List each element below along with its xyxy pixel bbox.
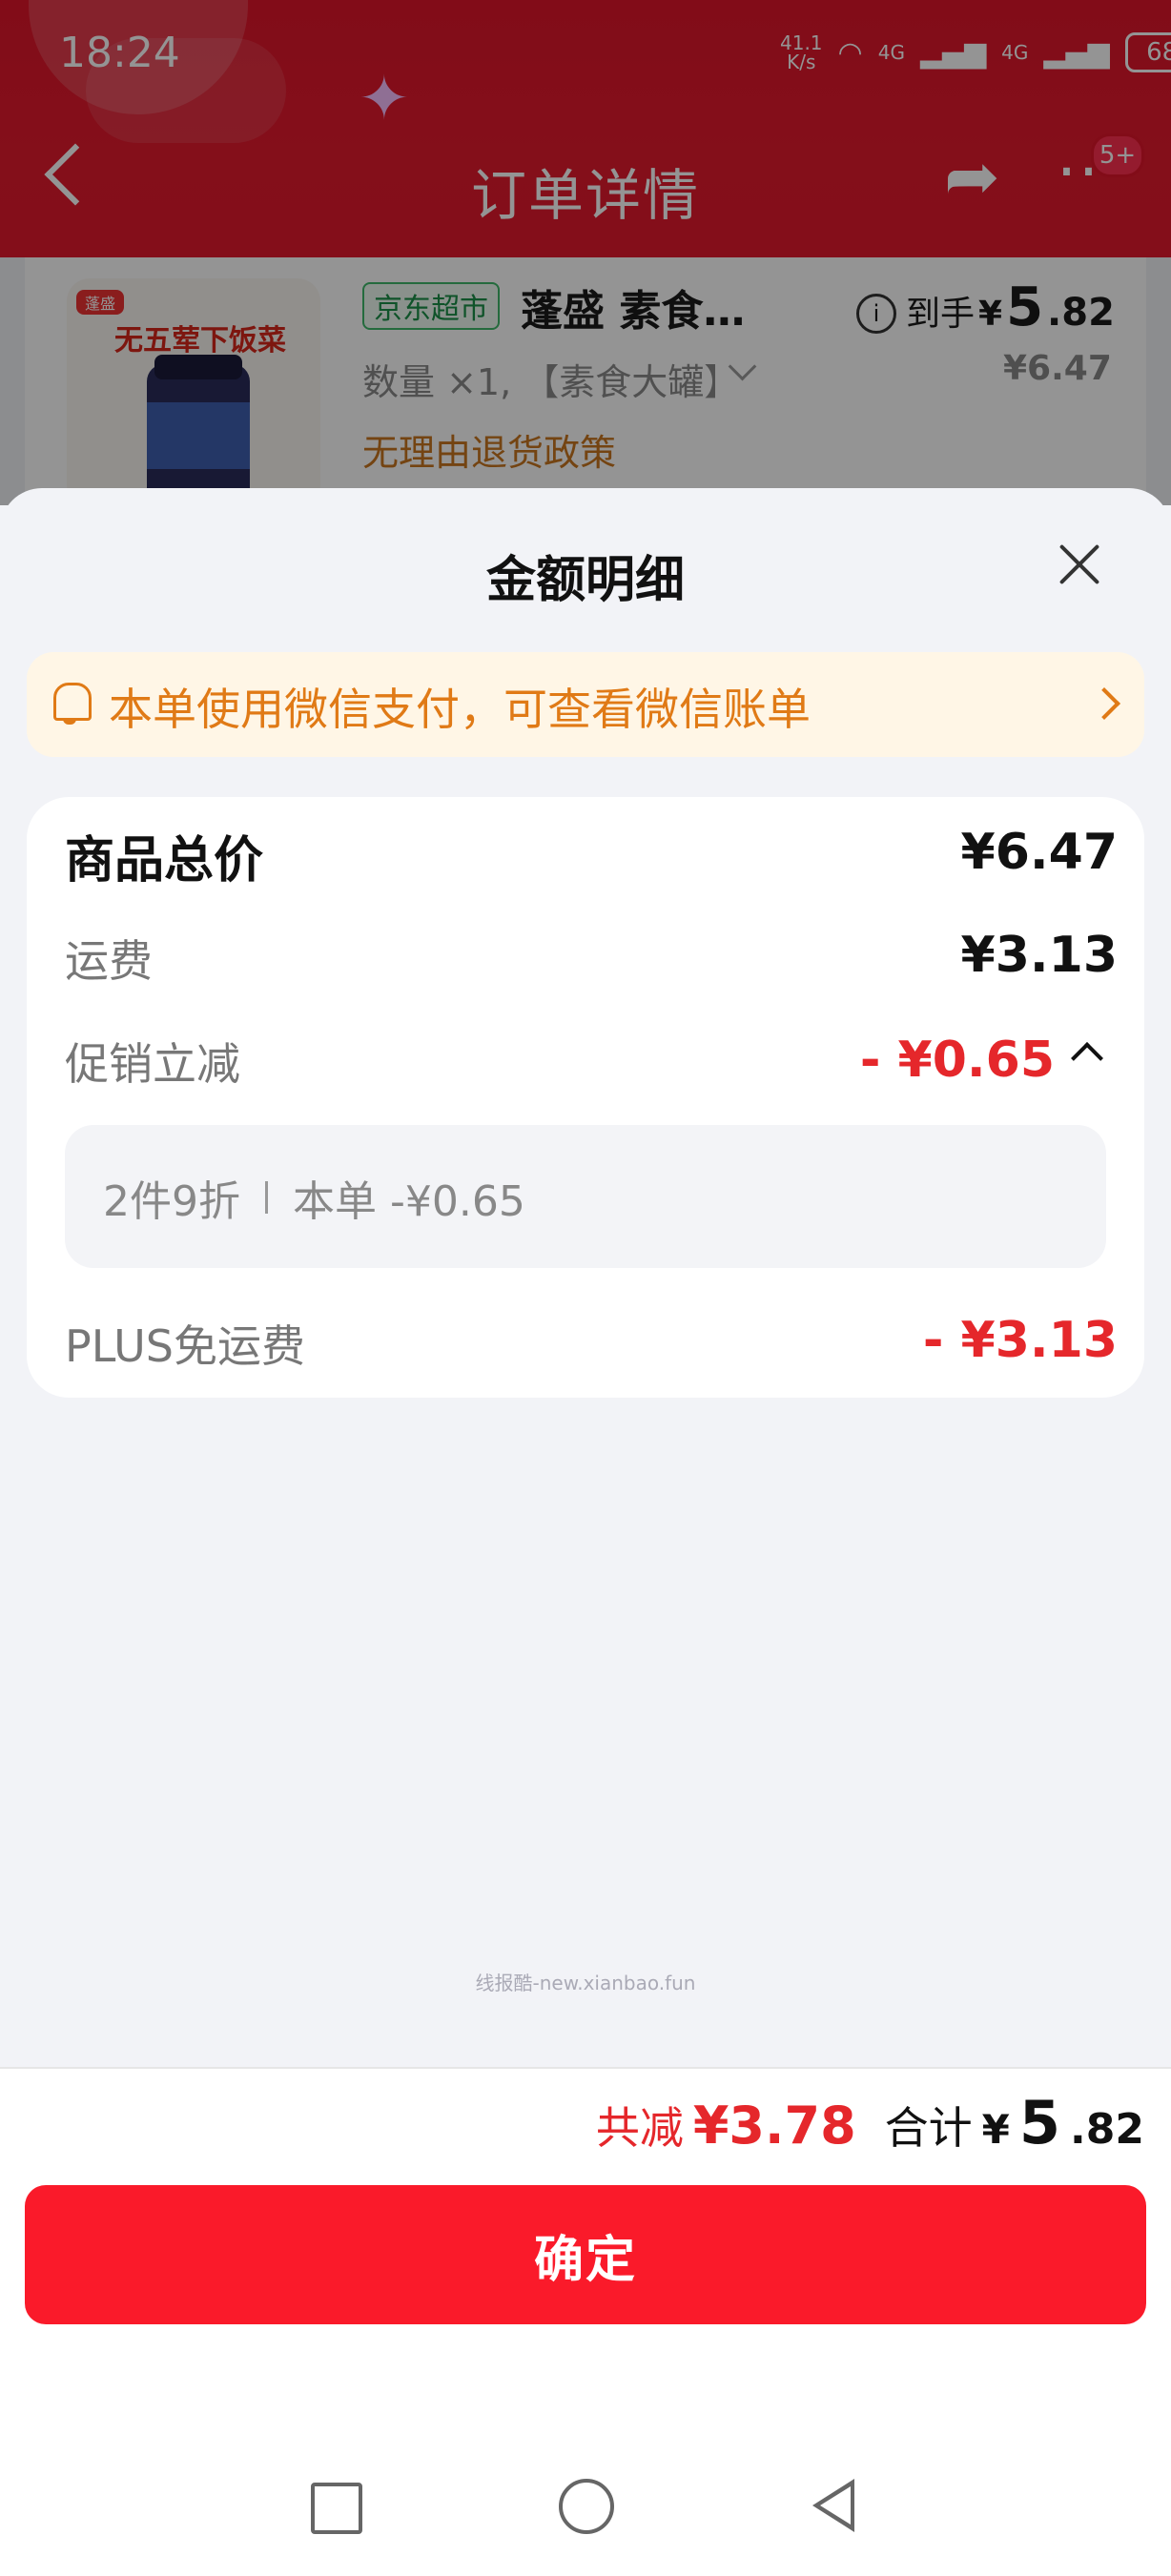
confirm-button[interactable]: 确定 [25,2185,1146,2324]
promo-label: 促销立减 [65,1038,240,1090]
home-nav-icon[interactable] [559,2479,614,2534]
total-currency: ¥ [981,2106,1010,2153]
watermark: 线报酷-new.xianbao.fun [475,1972,696,1994]
notice-text: 本单使用微信支付，可查看微信账单 [109,684,811,735]
close-icon[interactable] [1049,534,1110,595]
shipping-value: ¥3.13 [960,927,1118,984]
promo-detail-value: 本单 -¥0.65 [293,1177,525,1226]
modal-overlay[interactable] [0,0,1171,505]
plus-shipping-label: PLUS免运费 [65,1320,305,1372]
promo-detail-name: 2件9折 [103,1177,240,1226]
plus-shipping-value: - ¥3.13 [922,1312,1118,1369]
total-decimal: .82 [1070,2105,1144,2154]
save-value: ¥3.78 [692,2096,856,2156]
goods-total-value: ¥6.47 [960,824,1118,881]
save-label: 共减 [595,2102,684,2154]
sheet-title: 金额明细 [485,552,685,609]
promo-value[interactable]: - ¥0.65 [860,1032,1055,1089]
total-label: 合计 [884,2102,973,2154]
shipping-label: 运费 [65,935,153,987]
promo-detail: 2件9折 本单 -¥0.65 [103,1167,525,1228]
back-nav-icon-inner [820,2486,851,2525]
square-nav-icon[interactable] [311,2483,362,2534]
bell-icon [53,683,92,721]
goods-total-label: 商品总价 [65,832,264,889]
divider [265,1181,268,1214]
totals-summary: 共减 ¥3.78 合计 ¥ 5 .82 [596,2088,1144,2157]
total-integer: 5 [1018,2088,1061,2157]
